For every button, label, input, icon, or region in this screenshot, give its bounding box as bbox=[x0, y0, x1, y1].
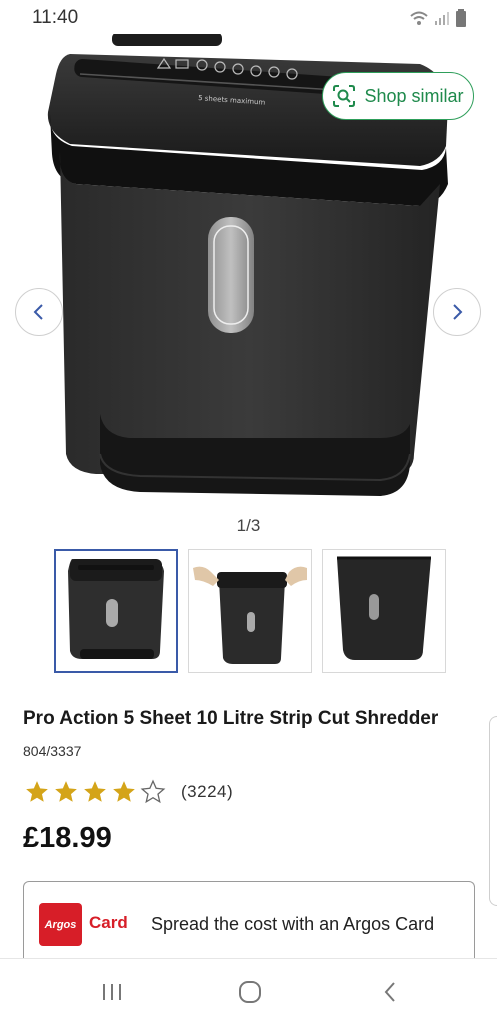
shredder-thumbnail-hands bbox=[193, 566, 307, 664]
product-image-main[interactable]: 5 sheets maximum Shop similar bbox=[0, 32, 497, 510]
product-price: £18.99 bbox=[23, 822, 112, 854]
argos-card-text: Spread the cost with an Argos Card bbox=[151, 914, 435, 934]
star-empty-icon bbox=[140, 779, 166, 804]
star-filled-icon bbox=[84, 781, 106, 802]
visual-search-icon bbox=[333, 85, 356, 107]
star-filled-icon bbox=[55, 781, 77, 802]
previous-image-button[interactable] bbox=[15, 288, 63, 336]
home-button[interactable] bbox=[230, 977, 270, 1007]
image-counter: 1/3 bbox=[236, 516, 261, 535]
argos-card-word: Card bbox=[89, 913, 128, 932]
argos-logo: Argos bbox=[39, 903, 82, 946]
product-sku: 804/3337 bbox=[23, 743, 82, 759]
shredder-thumbnail-front bbox=[68, 559, 164, 659]
thumbnail-2[interactable] bbox=[188, 549, 312, 673]
shredder-thumbnail-bin bbox=[337, 556, 431, 660]
star-filled-icon bbox=[26, 781, 48, 802]
status-icons bbox=[409, 9, 467, 27]
signal-icon bbox=[435, 12, 449, 25]
wifi-icon bbox=[410, 11, 428, 25]
review-count: (3224) bbox=[181, 782, 234, 801]
recent-apps-button[interactable] bbox=[92, 977, 132, 1007]
rating[interactable]: (3224) bbox=[24, 779, 233, 805]
thumbnail-strip bbox=[54, 549, 446, 673]
star-filled-icon bbox=[113, 781, 135, 802]
system-navigation-bar bbox=[0, 958, 497, 1024]
thumbnail-3[interactable] bbox=[322, 549, 446, 673]
next-image-button[interactable] bbox=[433, 288, 481, 336]
thumbnail-1[interactable] bbox=[54, 549, 178, 673]
battery-icon bbox=[456, 9, 466, 27]
home-icon bbox=[239, 981, 261, 1003]
chevron-right-icon bbox=[453, 304, 463, 320]
status-bar: 11:40 bbox=[0, 0, 497, 34]
chevron-left-icon bbox=[33, 304, 43, 320]
shop-similar-label: Shop similar bbox=[364, 85, 464, 106]
recent-apps-icon bbox=[103, 984, 121, 1000]
side-panel-handle[interactable] bbox=[489, 716, 497, 906]
argos-logo-text: Argos bbox=[44, 918, 77, 931]
back-button[interactable] bbox=[370, 977, 410, 1007]
product-title-text: Pro Action 5 Sheet 10 Litre Strip Cut Sh… bbox=[23, 708, 439, 729]
back-icon bbox=[384, 982, 395, 1002]
product-title: Pro Action 5 Sheet 10 Litre Strip Cut Sh… bbox=[23, 703, 443, 767]
shop-similar-button[interactable]: Shop similar bbox=[322, 72, 474, 120]
status-time: 11:40 bbox=[32, 7, 79, 28]
